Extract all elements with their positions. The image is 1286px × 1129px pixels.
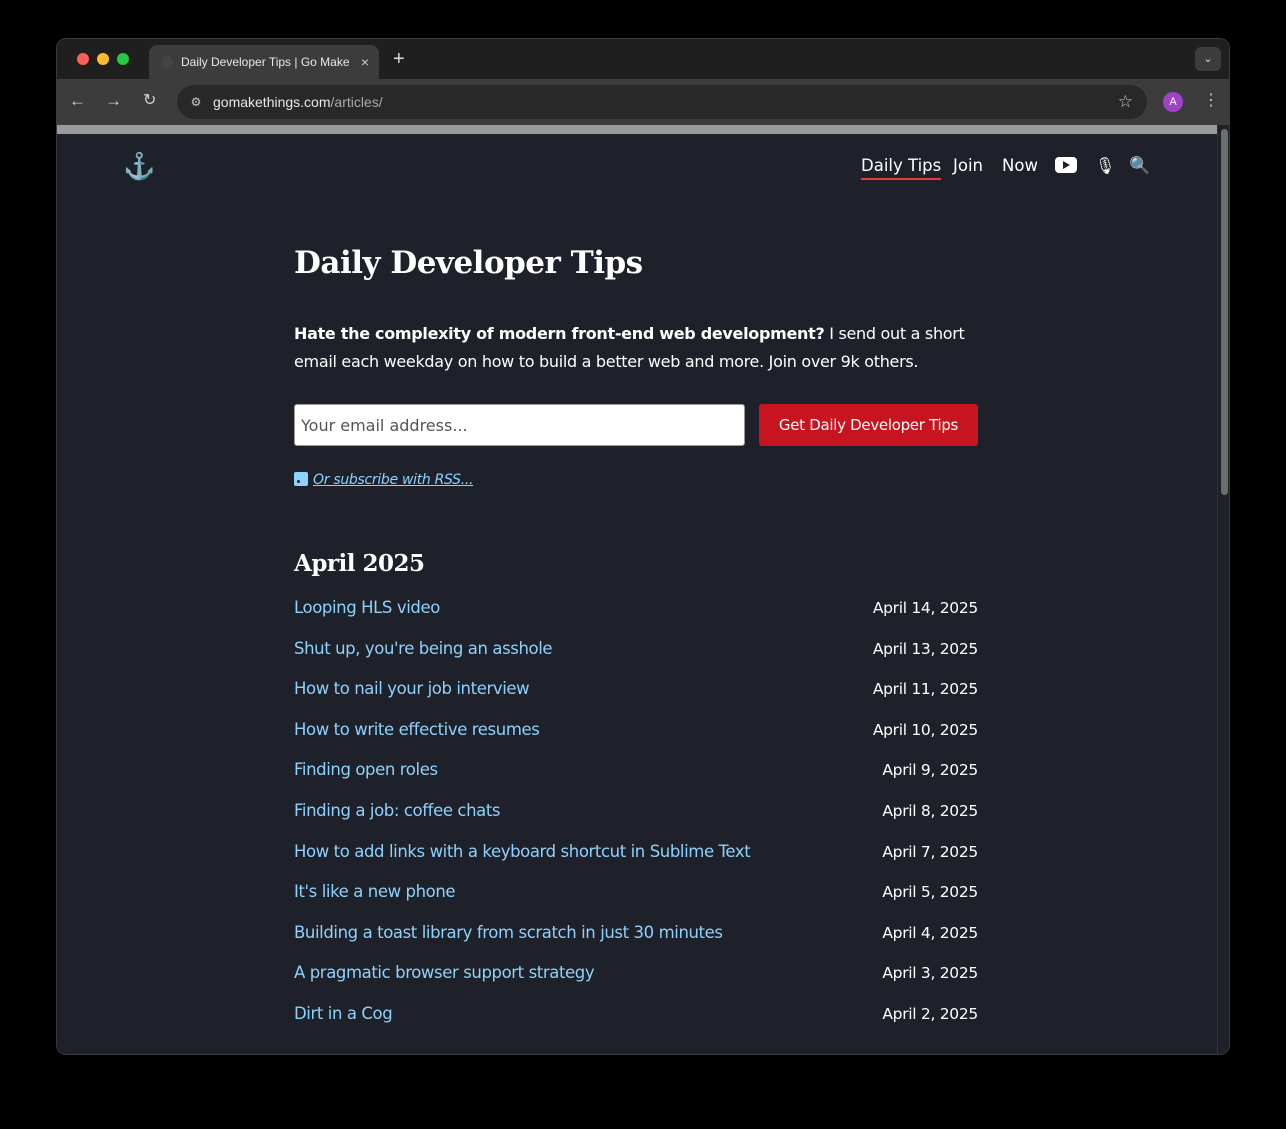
nav-now[interactable]: Now — [1002, 155, 1038, 177]
article-list: Looping HLS video April 14, 2025 Shut up,… — [294, 597, 978, 1044]
list-item: Looping HLS video April 14, 2025 — [294, 597, 978, 638]
subscribe-button[interactable]: Get Daily Developer Tips — [759, 404, 978, 446]
back-arrow-icon[interactable]: ← — [69, 91, 86, 111]
article-link[interactable]: It's like a new phone — [294, 881, 456, 903]
forward-arrow-icon[interactable]: → — [105, 91, 122, 111]
intro-text: Hate the complexity of modern front-end … — [294, 320, 978, 376]
list-item: Shut up, you're being an asshole April 13… — [294, 638, 978, 679]
maximize-window-button[interactable] — [117, 53, 129, 65]
page-top-bar — [57, 125, 1217, 134]
browser-toolbar: ← → ↻ ⚙ gomakethings.com/articles/ ☆ A ⋮ — [57, 79, 1229, 125]
podcast-mic-icon[interactable]: 🎙 — [1095, 155, 1115, 177]
article-date: April 3, 2025 — [882, 964, 978, 983]
rss-link[interactable]: Or subscribe with RSS... — [294, 471, 473, 489]
article-link[interactable]: Dirt in a Cog — [294, 1003, 393, 1025]
site-info-icon[interactable]: ⚙ — [187, 93, 205, 111]
article-link[interactable]: Shut up, you're being an asshole — [294, 638, 553, 660]
rss-label: Or subscribe with RSS... — [313, 472, 474, 488]
nav-daily-tips[interactable]: Daily Tips — [861, 155, 942, 180]
tab-strip: Daily Developer Tips | Go Make Things × … — [57, 39, 1229, 79]
list-item: How to write effective resumes April 10, … — [294, 719, 978, 760]
url-path: /articles/ — [330, 94, 383, 110]
list-item: Dirt in a Cog April 2, 2025 — [294, 1003, 978, 1044]
article-date: April 8, 2025 — [882, 801, 978, 820]
article-date: April 10, 2025 — [872, 720, 978, 739]
month-heading: April 2025 — [294, 550, 425, 577]
list-item: Finding open roles April 9, 2025 — [294, 759, 978, 800]
article-date: April 7, 2025 — [882, 842, 978, 861]
browser-window: Daily Developer Tips | Go Make Things × … — [56, 38, 1230, 1055]
article-date: April 14, 2025 — [872, 599, 978, 617]
anchor-logo-icon[interactable]: ⚓ — [123, 151, 155, 181]
email-input[interactable] — [294, 404, 745, 446]
page-title: Daily Developer Tips — [294, 245, 643, 281]
intro-bold: Hate the complexity of modern front-end … — [294, 324, 825, 343]
article-link[interactable]: How to write effective resumes — [294, 719, 540, 741]
article-date: April 4, 2025 — [882, 923, 978, 942]
article-link[interactable]: Building a toast library from scratch in… — [294, 922, 723, 944]
tab-title: Daily Developer Tips | Go Make Things — [181, 55, 351, 69]
nav-join[interactable]: Join — [953, 155, 983, 177]
url-text[interactable]: gomakethings.com/articles/ — [213, 85, 383, 119]
list-item: How to nail your job interview April 11, … — [294, 678, 978, 719]
browser-tab[interactable]: Daily Developer Tips | Go Make Things × — [149, 45, 379, 79]
rss-icon — [294, 472, 308, 486]
page-viewport: ⚓ Daily Tips Join Now 🎙 🔍 Daily Develope… — [57, 125, 1217, 1054]
article-date: April 9, 2025 — [882, 761, 978, 780]
bookmark-star-icon[interactable]: ☆ — [1118, 91, 1133, 113]
article-link[interactable]: A pragmatic browser support strategy — [294, 962, 595, 984]
youtube-icon[interactable] — [1055, 157, 1077, 173]
list-item: Finding a job: coffee chats April 8, 2025 — [294, 800, 978, 841]
browser-menu-icon[interactable]: ⋮ — [1203, 91, 1219, 111]
favicon-icon — [161, 56, 173, 68]
article-date: April 5, 2025 — [882, 883, 978, 902]
tab-close-icon[interactable]: × — [361, 45, 369, 79]
article-date: April 11, 2025 — [872, 680, 978, 699]
scrollbar[interactable] — [1217, 125, 1229, 1054]
reload-icon[interactable]: ↻ — [143, 91, 156, 111]
list-item: A pragmatic browser support strategy Apri… — [294, 962, 978, 1003]
address-bar[interactable]: ⚙ gomakethings.com/articles/ ☆ — [177, 85, 1147, 119]
scrollbar-thumb[interactable] — [1221, 129, 1228, 495]
article-link[interactable]: Finding a job: coffee chats — [294, 800, 501, 822]
minimize-window-button[interactable] — [97, 53, 109, 65]
list-item: It's like a new phone April 5, 2025 — [294, 881, 978, 922]
article-date: April 13, 2025 — [872, 639, 978, 658]
tab-search-chevron-icon[interactable]: ⌄ — [1195, 47, 1221, 71]
article-date: April 2, 2025 — [882, 1004, 978, 1023]
list-item: How to add links with a keyboard shortcu… — [294, 841, 978, 882]
close-window-button[interactable] — [77, 53, 89, 65]
new-tab-button[interactable]: + — [393, 47, 405, 71]
profile-avatar[interactable]: A — [1163, 92, 1183, 112]
article-link[interactable]: How to add links with a keyboard shortcu… — [294, 841, 751, 863]
article-link[interactable]: Finding open roles — [294, 759, 438, 781]
url-domain: gomakethings.com — [213, 94, 331, 110]
article-link[interactable]: How to nail your job interview — [294, 678, 530, 700]
article-link[interactable]: Looping HLS video — [294, 597, 440, 619]
search-icon[interactable]: 🔍 — [1129, 155, 1150, 177]
list-item: Building a toast library from scratch in… — [294, 922, 978, 963]
